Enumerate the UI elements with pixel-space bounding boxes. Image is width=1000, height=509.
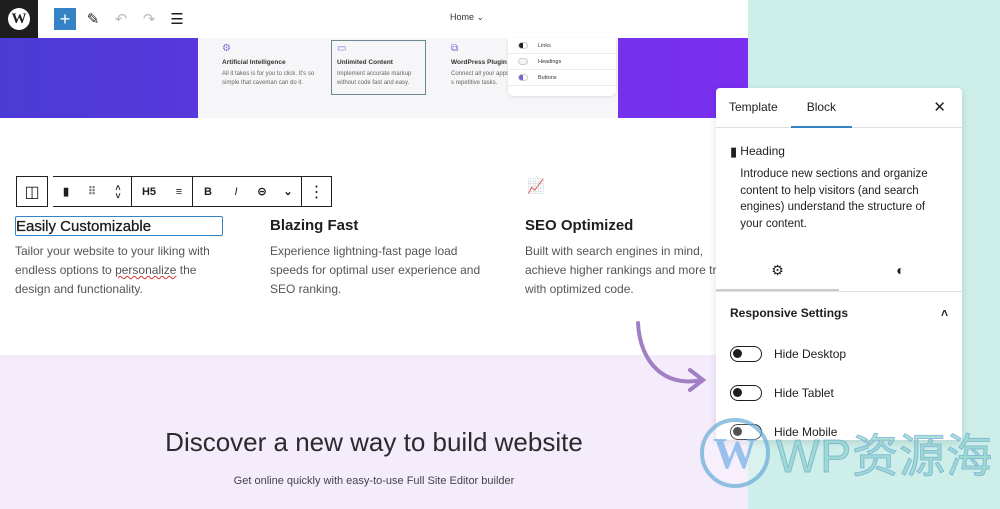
bold-button[interactable]: B [193,186,223,198]
arrow-icon [636,321,707,392]
more-options-button[interactable]: ⋮ [302,176,332,207]
hide-desktop-toggle[interactable]: Hide Desktop [716,334,962,373]
card-text: All it takes is for you to click. It's s… [222,71,315,86]
preview-toggle: Links [508,38,616,54]
toggle-label: Hide Tablet [774,385,834,400]
align-icon[interactable]: ≡ [166,186,192,198]
bookmark-icon: ▮ [730,144,738,159]
format-tools-group: B I ⊝ ⌄ [193,176,302,207]
card-title: WordPress Plugin [451,59,507,66]
link-icon[interactable]: ⊝ [249,185,275,198]
tab-block[interactable]: Block [790,88,853,128]
block-tools-group: ▮ ⠿ ˄ ˅ [53,176,132,207]
feature-column: Easily Customizable Tailor your website … [15,216,235,299]
cta-title[interactable]: Discover a new way to build website [0,427,748,458]
toggle-label: Buttons [538,74,557,81]
section-title: Responsive Settings [730,306,849,320]
block-toolbar: ◫ ▮ ⠿ ˄ ˅ H5 ≡ B I ⊝ ⌄ ⋮ [16,176,332,207]
chart-icon: 📈 [527,178,545,194]
gear-icon[interactable]: ⚙ [716,252,839,291]
editor-topbar: W + ✎ ↶ ↷ ☰ Home ⌄ [0,0,748,38]
drag-handle-icon[interactable]: ⠿ [79,185,105,198]
preview-toggles: Links Headings Buttons [508,38,616,96]
plus-icon[interactable]: + [54,8,76,30]
redo-icon[interactable]: ↷ [138,8,160,30]
editor-canvas: W + ✎ ↶ ↷ ☰ Home ⌄ ⚙ Artificial Intellige… [0,0,748,509]
more-icon: ⋮ [308,183,325,201]
hide-tablet-toggle[interactable]: Hide Tablet [716,373,962,412]
toggle-switch[interactable] [730,345,762,362]
chevron-down-icon: ⌄ [476,12,485,22]
preview-card: ⧉ WordPress Plugin Connect all your apps, … [451,44,511,88]
preview-card: ⚙ Artificial Intelligence All it takes is … [222,44,317,88]
block-name: Heading [740,144,785,158]
block-card: ▮ Heading Introduce new sections and orga… [716,128,962,252]
pencil-icon[interactable]: ✎ [82,8,104,30]
toggle-label: Links [538,42,551,49]
contrast-icon[interactable]: ◐ [839,252,962,291]
responsive-settings-header[interactable]: Responsive Settings ˄ [716,292,962,334]
gear-icon: ⚙ [222,43,231,54]
feature-title[interactable]: Blazing Fast [270,216,490,236]
watermark-text: WP资源海 [775,430,994,483]
heading-level-button[interactable]: H5 [132,186,166,198]
bookmark-icon[interactable]: ▮ [53,185,79,198]
list-view-icon[interactable]: ☰ [166,8,188,30]
card-text: Implement accurate markup without code f… [337,71,412,86]
page-title: Home [450,12,475,22]
toggle-label: Hide Desktop [774,346,847,361]
preview-card: ▭ Unlimited Content Implement accurate mar… [331,40,426,95]
card-text: Connect all your apps, s repetitive task… [451,71,511,86]
feature-title[interactable]: SEO Optimized [525,216,745,236]
feature-text: Tailor your website to your liking with … [15,242,235,299]
toggle-switch[interactable] [730,384,762,401]
browser-icon: ▭ [337,43,347,54]
feature-text: Built with search engines in mind, achie… [525,244,739,296]
italic-button[interactable]: I [223,186,249,198]
close-icon[interactable]: ✕ [933,98,946,116]
columns-icon: ◫ [24,183,40,201]
card-title: Artificial Intelligence [222,59,286,66]
settings-style-tabs: ⚙ ◐ [716,252,962,292]
heading-tools-group: H5 ≡ [132,176,193,207]
watermark-logo: W [700,418,770,488]
watermark: W WP资源海 [700,418,993,488]
chevron-up-icon: ˄ [940,306,948,320]
undo-icon[interactable]: ↶ [110,8,132,30]
page-selector[interactable]: Home ⌄ [450,12,484,23]
wordpress-logo[interactable]: W [0,0,38,38]
feature-column: Blazing Fast Experience lightning-fast p… [270,216,490,299]
tab-template[interactable]: Template [716,88,791,128]
misspelled-word: personalize [115,263,177,277]
preview-toggle: Buttons [508,70,616,86]
move-up-down-icon[interactable]: ˄ ˅ [105,183,131,200]
chevron-down-icon[interactable]: ⌄ [275,185,301,198]
feature-column: SEO Optimized Built with search engines … [525,216,745,299]
feature-text: Experience lightning-fast page load spee… [270,244,481,296]
block-type-button[interactable]: ◫ [16,176,48,207]
plugin-icon: ⧉ [451,44,459,54]
cta-subtitle[interactable]: Get online quickly with easy-to-use Full… [0,475,748,487]
card-title: Unlimited Content [337,59,393,66]
toggle-label: Headings [538,58,562,65]
panel-tabs: Template Block ✕ [716,88,962,128]
block-description: Introduce new sections and organize cont… [740,168,928,230]
block-settings-panel: Template Block ✕ ▮ Heading Introduce new … [716,88,962,440]
preview-toggle: Headings [508,54,616,70]
feature-title[interactable]: Easily Customizable [15,216,223,236]
